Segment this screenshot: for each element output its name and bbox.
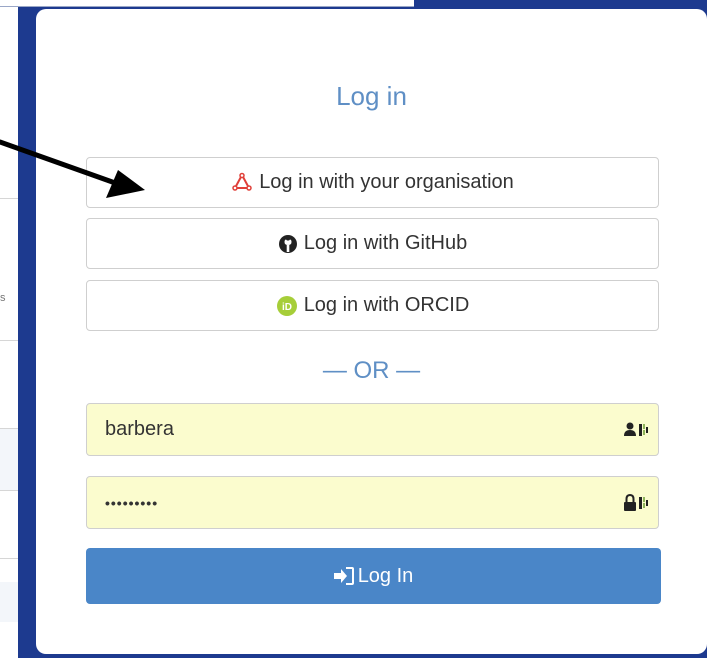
- login-orcid-label: Log in with ORCID: [303, 294, 470, 316]
- login-organisation-label: Log in with your organisation: [259, 171, 514, 193]
- user-icon: [624, 421, 650, 439]
- github-icon: [278, 234, 298, 254]
- login-organisation-button[interactable]: Log in with your organisation: [86, 157, 659, 208]
- password-field[interactable]: [86, 476, 659, 529]
- orcid-icon: iD: [276, 295, 298, 317]
- login-submit-button[interactable]: Log In: [86, 548, 661, 604]
- login-github-label: Log in with GitHub: [303, 232, 468, 254]
- annotation-arrow: [0, 139, 145, 198]
- sign-in-icon: [333, 567, 354, 585]
- or-separator: — OR —: [322, 357, 421, 384]
- username-field[interactable]: [86, 403, 659, 456]
- password-input[interactable]: [87, 477, 607, 528]
- login-github-button[interactable]: Log in with GitHub: [86, 218, 659, 269]
- username-input[interactable]: [87, 404, 607, 455]
- svg-text:iD: iD: [282, 302, 292, 313]
- organisation-icon: [231, 172, 253, 194]
- background-text-fragment: s: [0, 292, 6, 304]
- login-orcid-button[interactable]: iD Log in with ORCID: [86, 280, 659, 331]
- login-submit-label: Log In: [357, 564, 414, 587]
- lock-icon: [624, 494, 650, 512]
